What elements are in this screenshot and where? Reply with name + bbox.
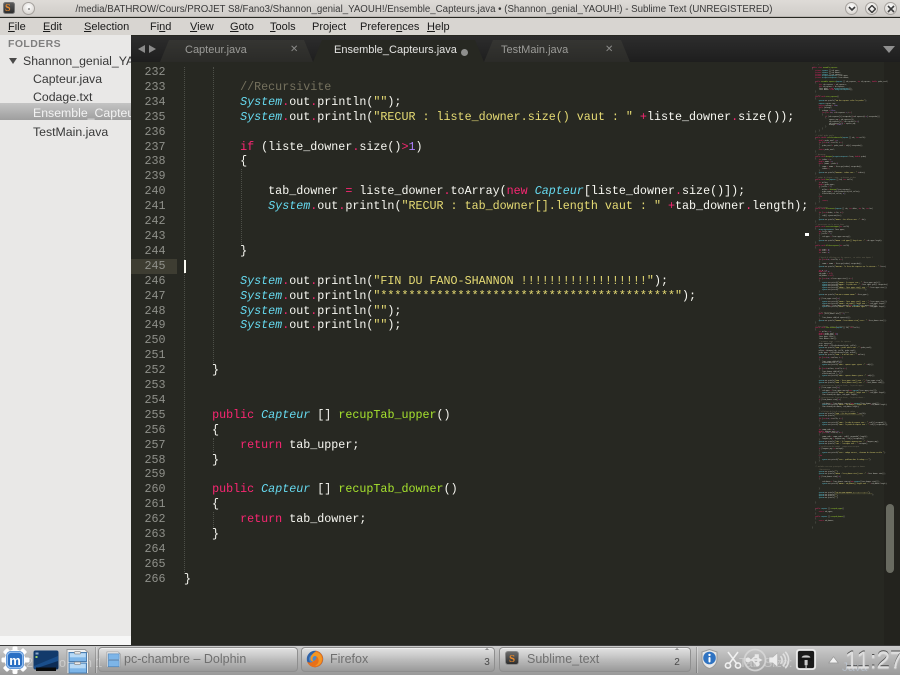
svg-text:m: m — [9, 653, 21, 668]
